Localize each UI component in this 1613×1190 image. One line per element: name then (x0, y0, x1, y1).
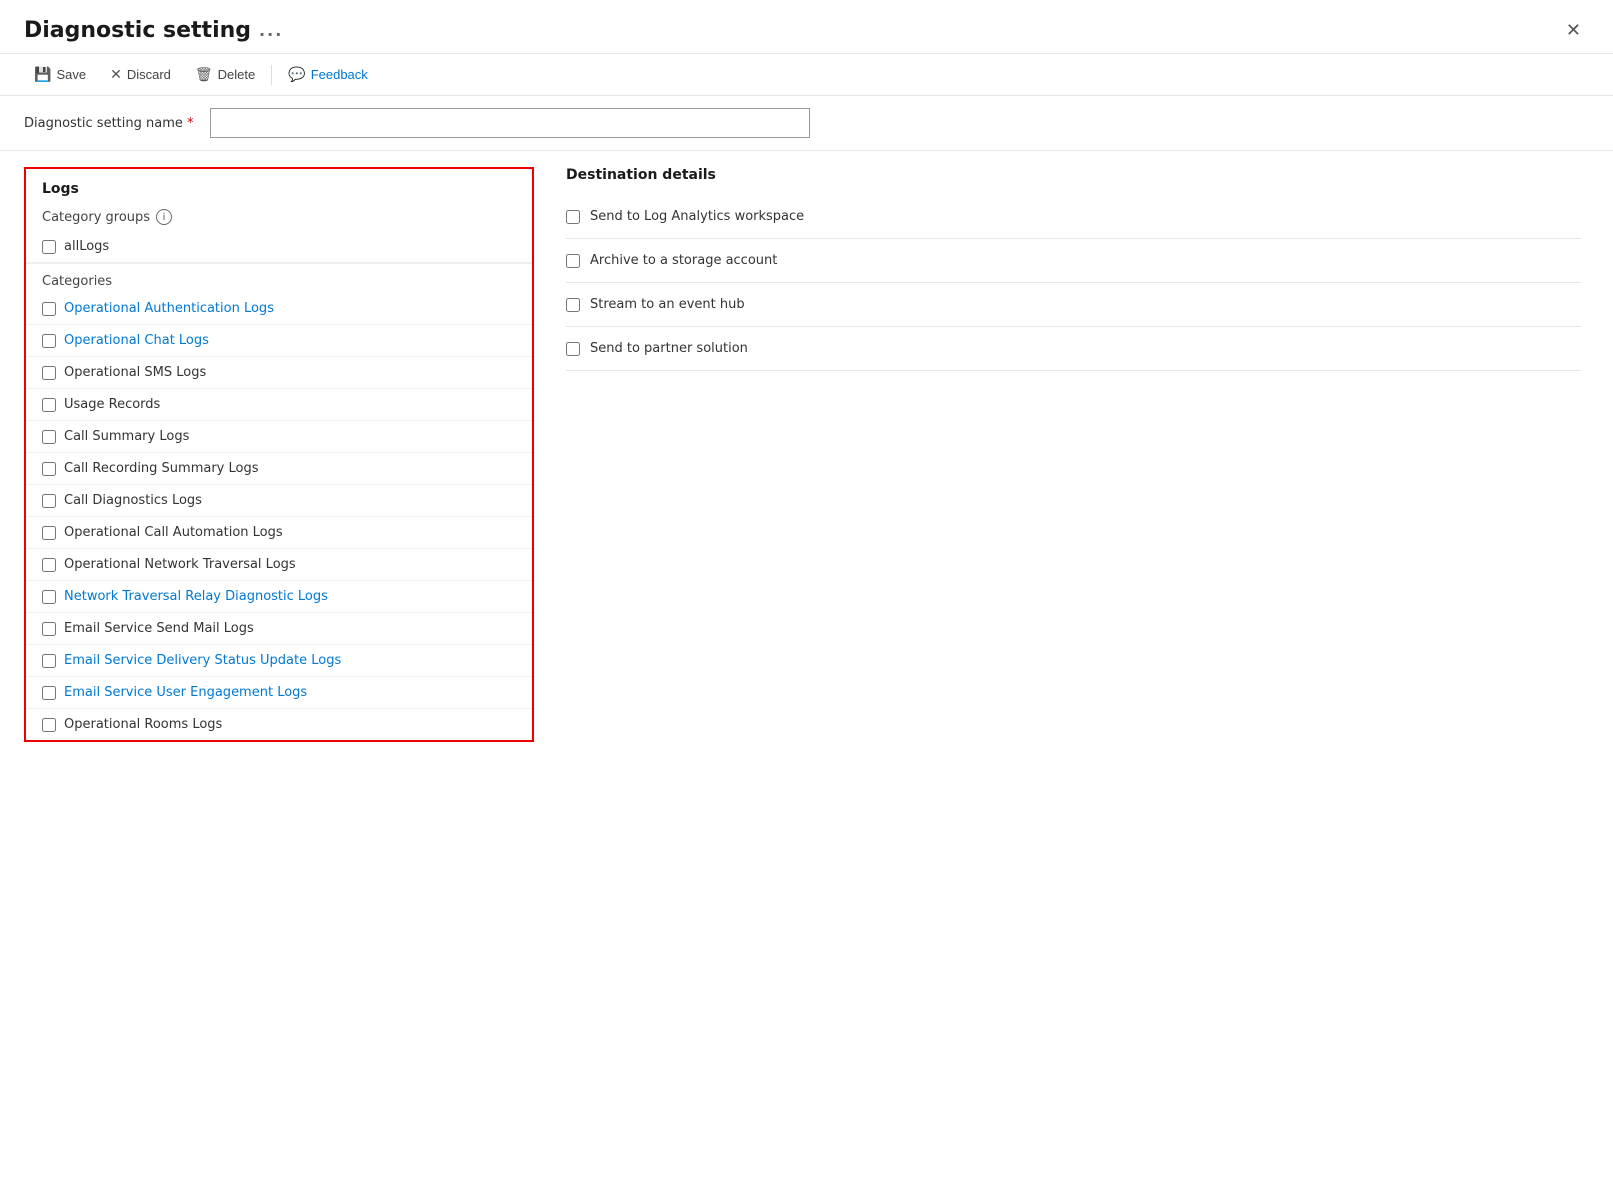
destination-checkbox[interactable] (566, 298, 580, 312)
destination-list: Send to Log Analytics workspace Archive t… (566, 195, 1581, 371)
categories-label: Categories (26, 263, 532, 293)
category-label: Email Service Send Mail Logs (64, 621, 254, 636)
category-row: Operational Authentication Logs (26, 293, 532, 325)
save-button[interactable]: 💾 Save (24, 62, 96, 87)
category-row: Operational SMS Logs (26, 357, 532, 389)
save-icon: 💾 (34, 66, 51, 83)
destination-row: Archive to a storage account (566, 239, 1581, 283)
category-label: Call Diagnostics Logs (64, 493, 202, 508)
setting-name-input[interactable] (210, 108, 810, 138)
logs-panel: Logs Category groups i allLogs Categorie… (24, 167, 534, 742)
category-label: Usage Records (64, 397, 160, 412)
save-label: Save (56, 67, 86, 82)
feedback-label: Feedback (311, 67, 368, 82)
category-row: Call Summary Logs (26, 421, 532, 453)
setting-name-row: Diagnostic setting name * (0, 96, 1613, 151)
destination-header: Destination details (566, 167, 1581, 183)
category-row: Email Service Delivery Status Update Log… (26, 645, 532, 677)
delete-icon: 🗑 (195, 66, 213, 83)
category-label: Call Recording Summary Logs (64, 461, 259, 476)
category-row: Operational Call Automation Logs (26, 517, 532, 549)
category-label: Operational Rooms Logs (64, 717, 222, 732)
category-checkbox[interactable] (42, 366, 56, 380)
feedback-icon: 💬 (288, 66, 305, 83)
category-row: Call Diagnostics Logs (26, 485, 532, 517)
category-checkbox[interactable] (42, 302, 56, 316)
category-label: Operational Network Traversal Logs (64, 557, 296, 572)
delete-label: Delete (218, 67, 256, 82)
page-container: Diagnostic setting ... ✕ 💾 Save ✕ Discar… (0, 0, 1613, 1190)
all-logs-row: allLogs (26, 231, 532, 263)
category-checkbox[interactable] (42, 718, 56, 732)
discard-button[interactable]: ✕ Discard (100, 62, 181, 87)
destination-label: Send to partner solution (590, 341, 748, 356)
setting-name-label: Diagnostic setting name * (24, 116, 194, 131)
category-checkbox[interactable] (42, 526, 56, 540)
category-label: Call Summary Logs (64, 429, 189, 444)
category-checkbox[interactable] (42, 654, 56, 668)
category-row: Operational Rooms Logs (26, 709, 532, 740)
discard-icon: ✕ (110, 66, 122, 83)
destination-panel: Destination details Send to Log Analytic… (534, 151, 1613, 758)
category-checkbox[interactable] (42, 558, 56, 572)
page-header: Diagnostic setting ... ✕ (0, 0, 1613, 54)
page-title-text: Diagnostic setting (24, 18, 251, 43)
category-label: Operational Authentication Logs (64, 301, 274, 316)
category-checkbox[interactable] (42, 398, 56, 412)
page-title: Diagnostic setting ... (24, 18, 283, 43)
category-row: Usage Records (26, 389, 532, 421)
category-row: Call Recording Summary Logs (26, 453, 532, 485)
delete-button[interactable]: 🗑 Delete (185, 62, 265, 87)
required-star: * (187, 116, 194, 131)
all-logs-checkbox[interactable] (42, 240, 56, 254)
title-ellipsis: ... (259, 21, 283, 40)
category-checkbox[interactable] (42, 590, 56, 604)
category-row: Email Service User Engagement Logs (26, 677, 532, 709)
category-label: Operational Chat Logs (64, 333, 209, 348)
categories-list: Operational Authentication Logs Operation… (26, 293, 532, 740)
toolbar: 💾 Save ✕ Discard 🗑 Delete 💬 Feedback (0, 54, 1613, 96)
category-row: Email Service Send Mail Logs (26, 613, 532, 645)
destination-checkbox[interactable] (566, 254, 580, 268)
category-checkbox[interactable] (42, 334, 56, 348)
logs-panel-header: Logs (26, 169, 532, 205)
category-label: Operational Call Automation Logs (64, 525, 283, 540)
category-label: Email Service User Engagement Logs (64, 685, 307, 700)
category-label: Email Service Delivery Status Update Log… (64, 653, 341, 668)
destination-row: Send to Log Analytics workspace (566, 195, 1581, 239)
destination-checkbox[interactable] (566, 210, 580, 224)
all-logs-label: allLogs (64, 239, 109, 254)
destination-label: Archive to a storage account (590, 253, 777, 268)
close-button[interactable]: ✕ (1558, 16, 1589, 45)
destination-label: Stream to an event hub (590, 297, 745, 312)
category-checkbox[interactable] (42, 622, 56, 636)
destination-label: Send to Log Analytics workspace (590, 209, 804, 224)
info-icon: i (156, 209, 172, 225)
category-row: Network Traversal Relay Diagnostic Logs (26, 581, 532, 613)
category-checkbox[interactable] (42, 686, 56, 700)
main-content: Logs Category groups i allLogs Categorie… (0, 151, 1613, 758)
feedback-button[interactable]: 💬 Feedback (278, 62, 378, 87)
category-checkbox[interactable] (42, 462, 56, 476)
category-checkbox[interactable] (42, 430, 56, 444)
discard-label: Discard (127, 67, 171, 82)
category-label: Operational SMS Logs (64, 365, 206, 380)
category-row: Operational Network Traversal Logs (26, 549, 532, 581)
destination-checkbox[interactable] (566, 342, 580, 356)
category-checkbox[interactable] (42, 494, 56, 508)
category-groups-label: Category groups i (26, 205, 532, 231)
destination-row: Send to partner solution (566, 327, 1581, 371)
destination-row: Stream to an event hub (566, 283, 1581, 327)
toolbar-separator (271, 65, 272, 85)
category-label: Network Traversal Relay Diagnostic Logs (64, 589, 328, 604)
category-row: Operational Chat Logs (26, 325, 532, 357)
